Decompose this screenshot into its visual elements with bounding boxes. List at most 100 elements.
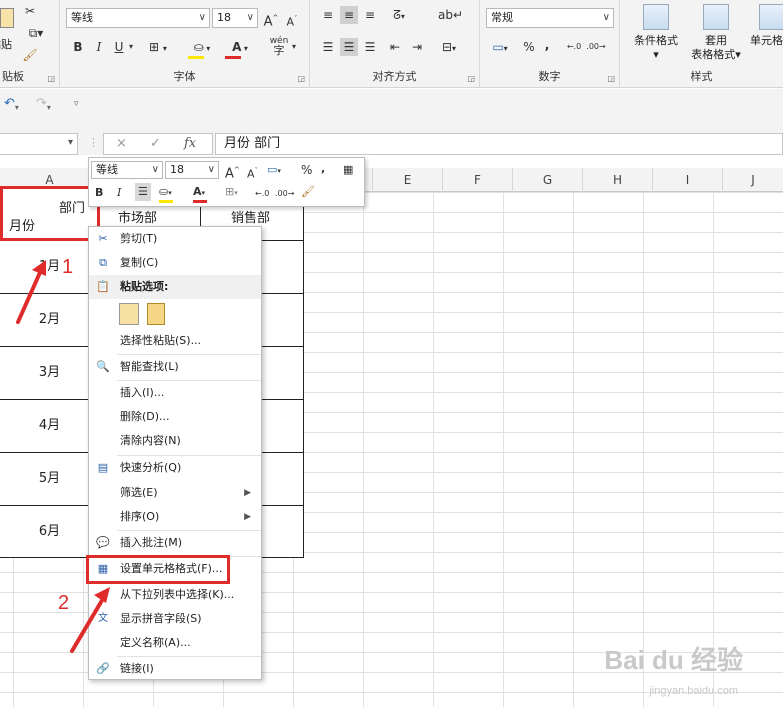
alignment-launcher-icon[interactable]: ◲ xyxy=(467,74,475,83)
mini-format-painter-icon[interactable]: 🖌 xyxy=(301,183,315,201)
name-box[interactable]: ▾ xyxy=(0,133,78,155)
menu-label: 删除(D)... xyxy=(120,410,170,423)
mini-toolbar: 等线 ∨ 18 ∨ A^ Aˇ ▭▾ % , ▦ B I ☰ ⛀▾ A▾ ⊞▾ … xyxy=(88,157,365,207)
decrease-indent-icon[interactable]: ⇤ xyxy=(386,38,404,56)
mini-increase-decimal-icon[interactable]: ←.0 xyxy=(255,185,269,203)
menu-item-cut[interactable]: ✂ 剪切(T) xyxy=(89,227,261,251)
orientation-icon[interactable]: ᘔ▾ xyxy=(386,6,412,24)
menu-item-delete[interactable]: 删除(D)... xyxy=(89,405,261,429)
formula-input[interactable]: 月份 部门 xyxy=(215,133,783,155)
mini-italic-button[interactable]: I xyxy=(117,184,121,202)
cancel-icon[interactable]: × xyxy=(116,136,127,151)
font-color-button[interactable]: A ▾ xyxy=(225,38,255,59)
number-launcher-icon[interactable]: ◲ xyxy=(607,74,615,83)
border-button[interactable]: ⊞ ▾ xyxy=(144,38,172,56)
align-center-icon[interactable]: ☰ xyxy=(340,38,358,56)
decrease-decimal-icon[interactable]: .00→ xyxy=(586,38,606,56)
formula-bar-grip-icon: ⋮ xyxy=(88,136,99,149)
font-size-select[interactable]: 18 ∨ xyxy=(212,8,258,28)
row-cell-a6[interactable]: 5月 xyxy=(0,452,100,506)
customize-qat-icon[interactable]: ▿ xyxy=(74,99,79,109)
menu-item-paste-special[interactable]: 选择性粘贴(S)... xyxy=(89,329,261,353)
mini-font-name-select[interactable]: 等线 ∨ xyxy=(91,161,163,179)
comma-button[interactable]: , xyxy=(542,36,552,54)
underline-button[interactable]: U xyxy=(112,38,126,56)
copy-icon[interactable]: ⧉▾ xyxy=(24,24,48,42)
format-as-table-icon xyxy=(703,4,729,30)
font-name-select[interactable]: 等线 ∨ xyxy=(66,8,210,28)
clipboard-launcher-icon[interactable]: ◲ xyxy=(47,74,55,83)
mini-grow-font-icon[interactable]: A^ xyxy=(225,161,240,183)
menu-item-insert-comment[interactable]: 💬 插入批注(M) xyxy=(89,531,261,555)
menu-item-copy[interactable]: ⧉ 复制(C) xyxy=(89,251,261,275)
align-top-icon[interactable]: ≡ xyxy=(320,6,336,24)
conditional-format-button[interactable]: 条件格式 ▾ xyxy=(626,0,686,62)
mini-comma-button[interactable]: , xyxy=(321,160,325,178)
italic-button[interactable]: I xyxy=(92,38,106,56)
mini-bold-button[interactable]: B xyxy=(95,184,103,202)
insert-function-icon[interactable]: fx xyxy=(184,136,196,151)
menu-item-insert[interactable]: 插入(I)... xyxy=(89,381,261,405)
paste-icon xyxy=(0,8,14,28)
bold-button[interactable]: B xyxy=(70,38,86,56)
styles-group-label: 样式 xyxy=(690,70,713,83)
row-cell-a4[interactable]: 3月 xyxy=(0,346,100,400)
row-cell-a5[interactable]: 4月 xyxy=(0,399,100,453)
fill-color-button[interactable]: ⛀ ▾ xyxy=(188,38,216,59)
percent-button[interactable]: % xyxy=(522,38,536,56)
column-header-h[interactable]: H xyxy=(583,168,653,192)
mini-fill-color-icon[interactable]: ⛀▾ xyxy=(159,183,173,203)
merge-center-icon[interactable]: ⊟▾ xyxy=(436,38,462,56)
paste-button[interactable]: 粘贴 xyxy=(0,6,22,56)
row-cell-a7[interactable]: 6月 xyxy=(0,505,100,558)
mini-decrease-decimal-icon[interactable]: .00→ xyxy=(275,185,294,203)
increase-indent-icon[interactable]: ⇥ xyxy=(408,38,426,56)
format-as-table-button[interactable]: 套用 表格格式▾ xyxy=(686,0,746,62)
mini-font-size-select[interactable]: 18 ∨ xyxy=(165,161,219,179)
undo-icon[interactable]: ↶ ▾ xyxy=(4,96,19,112)
number-format-value: 常规 xyxy=(491,11,513,24)
font-color-swatch xyxy=(225,56,241,59)
align-right-icon[interactable]: ☰ xyxy=(362,38,378,56)
redo-icon[interactable]: ↷ ▾ xyxy=(36,96,51,112)
format-painter-icon[interactable]: 🖌 xyxy=(22,46,38,64)
align-left-icon[interactable]: ☰ xyxy=(320,38,336,56)
cut-icon[interactable]: ✂ xyxy=(22,2,38,20)
increase-decimal-icon[interactable]: ←.0 xyxy=(564,38,584,56)
column-header-g[interactable]: G xyxy=(513,168,583,192)
wrap-text-icon[interactable]: ab↵ xyxy=(438,6,463,24)
align-bottom-icon[interactable]: ≡ xyxy=(362,6,378,24)
underline-dropdown-icon[interactable]: ▾ xyxy=(127,38,135,56)
align-middle-icon[interactable]: ≡ xyxy=(340,6,358,24)
paste-option-values[interactable] xyxy=(147,303,165,325)
column-header-j[interactable]: J xyxy=(723,168,783,192)
mini-format-table-icon[interactable]: ▦ xyxy=(343,161,353,179)
menu-item-link[interactable]: 🔗 链接(I) xyxy=(89,657,261,681)
mini-accounting-icon[interactable]: ▭▾ xyxy=(267,161,281,180)
menu-item-filter[interactable]: 筛选(E) ▶ xyxy=(89,481,261,505)
month-6: 6月 xyxy=(38,524,61,539)
accounting-format-icon[interactable]: ▭▾ xyxy=(486,38,514,56)
shrink-font-button[interactable]: Aˇ xyxy=(284,10,300,29)
menu-item-smart-lookup[interactable]: 🔍 智能查找(L) xyxy=(89,355,261,379)
grow-font-button[interactable]: A^ xyxy=(263,9,279,29)
menu-item-quick-analysis[interactable]: ▤ 快速分析(Q) xyxy=(89,456,261,480)
mini-font-color-icon[interactable]: A▾ xyxy=(193,183,207,203)
menu-label: 剪切(T) xyxy=(120,232,158,245)
number-format-select[interactable]: 常规 ∨ xyxy=(486,8,614,28)
column-header-i[interactable]: I xyxy=(653,168,723,192)
mini-border-icon[interactable]: ⊞▾ xyxy=(225,183,238,202)
column-header-e[interactable]: E xyxy=(373,168,443,192)
phonetic-button[interactable]: wén 字 xyxy=(268,36,290,56)
enter-icon[interactable]: ✓ xyxy=(150,136,161,151)
mini-percent-button[interactable]: % xyxy=(301,161,312,179)
mini-shrink-font-icon[interactable]: Aˇ xyxy=(247,162,258,184)
menu-item-sort[interactable]: 排序(O) ▶ xyxy=(89,505,261,529)
font-launcher-icon[interactable]: ◲ xyxy=(297,74,305,83)
phonetic-dropdown-icon[interactable]: ▾ xyxy=(290,38,298,56)
paste-option-keep-source[interactable] xyxy=(119,303,139,325)
column-header-f[interactable]: F xyxy=(443,168,513,192)
cell-styles-button[interactable]: 单元格样 xyxy=(742,0,783,48)
menu-item-clear-contents[interactable]: 清除内容(N) xyxy=(89,429,261,453)
mini-center-icon[interactable]: ☰ xyxy=(135,183,151,201)
